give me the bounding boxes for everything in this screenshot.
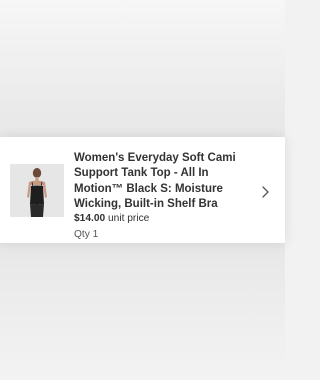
product-thumbnail-icon [10,164,64,217]
unit-price-label: unit price [108,213,150,224]
chevron-right-icon[interactable] [259,184,271,200]
product-title[interactable]: Women's Everyday Soft Cami Support Tank … [74,151,254,213]
unit-price: $14.00 [74,213,106,224]
quantity-label: Qty 1 [74,229,99,240]
order-item-card[interactable]: Women's Everyday Soft Cami Support Tank … [0,137,285,243]
product-image[interactable] [10,164,64,217]
price-line: $14.00 unit price [74,213,149,224]
